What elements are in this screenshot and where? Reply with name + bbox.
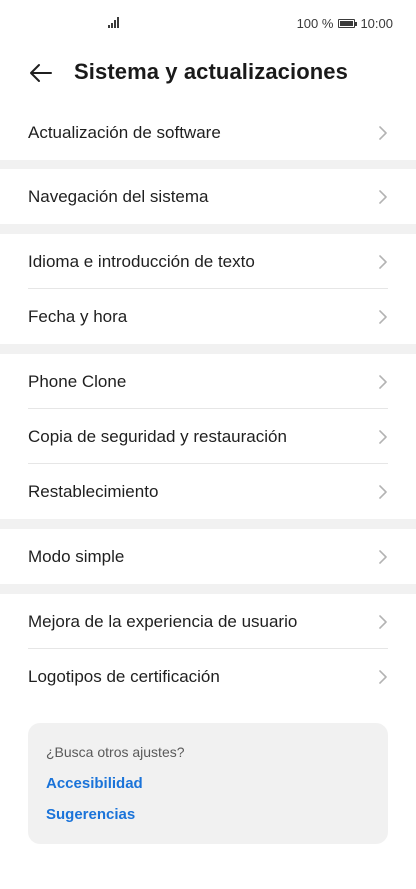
settings-item-label: Restablecimiento: [28, 481, 159, 501]
settings-group-simple-mode: Modo simple: [0, 529, 416, 584]
suggestions-title: ¿Busca otros ajustes?: [46, 744, 185, 760]
chevron-right-icon: [379, 374, 387, 389]
settings-item-label: Mejora de la experiencia de usuario: [28, 611, 298, 631]
chevron-right-icon: [379, 429, 387, 444]
settings-item-label: Logotipos de certificación: [28, 666, 220, 686]
settings-group-navigation: Navegación del sistema: [0, 169, 416, 224]
clock: 10:00: [360, 16, 393, 31]
battery-percentage: 100 %: [296, 16, 334, 31]
suggestions-area: ¿Busca otros ajustes? Accesibilidad Suge…: [0, 704, 416, 889]
battery-full-icon: [338, 19, 358, 28]
signal-bars-icon: [108, 16, 119, 28]
settings-item-phone-clone[interactable]: Phone Clone: [0, 354, 416, 409]
settings-item-system-navigation[interactable]: Navegación del sistema: [0, 169, 416, 224]
settings-item-simple-mode[interactable]: Modo simple: [0, 529, 416, 584]
chevron-right-icon: [379, 669, 387, 684]
chevron-right-icon: [379, 254, 387, 269]
settings-item-label: Actualización de software: [28, 122, 221, 142]
status-bar: 100 % 10:00: [0, 0, 416, 48]
chevron-right-icon: [379, 549, 387, 564]
settings-group-language-date: Idioma e introducción de texto Fecha y h…: [0, 234, 416, 344]
settings-item-label: Navegación del sistema: [28, 186, 209, 206]
settings-group-backup: Phone Clone Copia de seguridad y restaur…: [0, 354, 416, 519]
settings-item-software-update[interactable]: Actualización de software: [0, 105, 416, 160]
settings-group-software: Actualización de software: [0, 105, 416, 160]
chevron-right-icon: [379, 189, 387, 204]
chevron-right-icon: [379, 125, 387, 140]
settings-item-user-experience[interactable]: Mejora de la experiencia de usuario: [0, 594, 416, 649]
header: Sistema y actualizaciones: [0, 48, 416, 105]
settings-item-label: Idioma e introducción de texto: [28, 251, 255, 271]
settings-item-certification-logos[interactable]: Logotipos de certificación: [0, 649, 416, 704]
chevron-right-icon: [379, 614, 387, 629]
settings-item-date-time[interactable]: Fecha y hora: [0, 289, 416, 344]
chevron-right-icon: [379, 309, 387, 324]
page-title: Sistema y actualizaciones: [74, 59, 348, 84]
settings-item-label: Copia de seguridad y restauración: [28, 426, 287, 446]
settings-item-label: Phone Clone: [28, 371, 127, 391]
status-right: 100 % 10:00: [297, 16, 393, 31]
settings-item-label: Modo simple: [28, 546, 125, 566]
settings-item-reset[interactable]: Restablecimiento: [0, 464, 416, 519]
accessibility-link[interactable]: Accesibilidad: [46, 775, 143, 792]
suggestions-card: ¿Busca otros ajustes? Accesibilidad Suge…: [28, 723, 388, 844]
settings-item-backup-restore[interactable]: Copia de seguridad y restauración: [0, 409, 416, 464]
arrow-left-icon[interactable]: [28, 60, 54, 86]
settings-item-language-input[interactable]: Idioma e introducción de texto: [0, 234, 416, 289]
suggestions-link[interactable]: Sugerencias: [46, 806, 135, 823]
settings-item-label: Fecha y hora: [28, 306, 128, 326]
settings-group-experience: Mejora de la experiencia de usuario Logo…: [0, 594, 416, 704]
chevron-right-icon: [379, 484, 387, 499]
